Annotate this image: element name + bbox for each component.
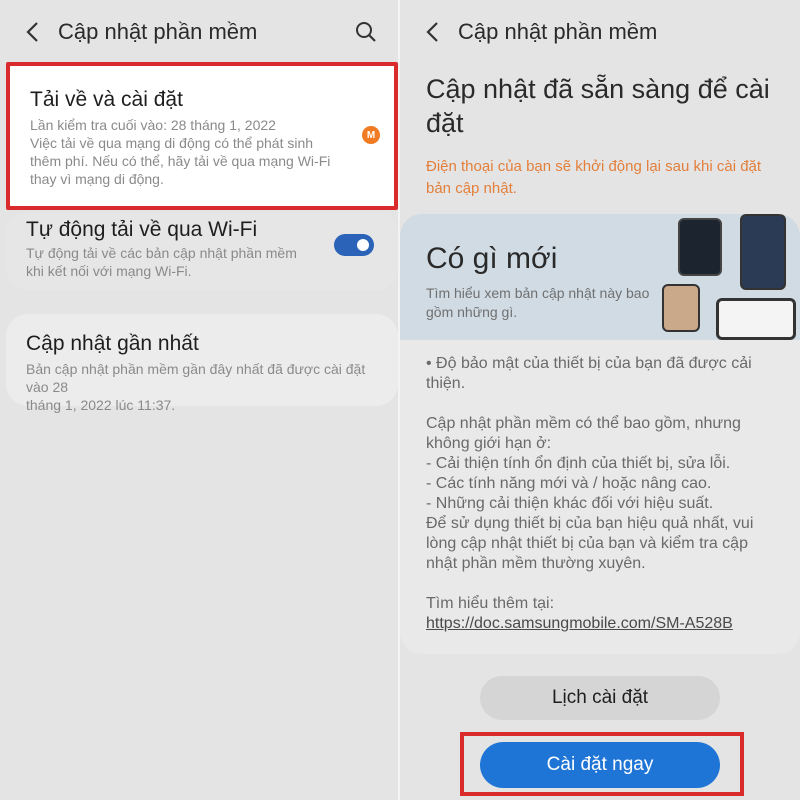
page-title: Cập nhật phần mềm <box>58 19 258 44</box>
learn-more-label: Tìm hiểu thêm tại: <box>426 595 555 612</box>
update-ready-heading: Cập nhật đã sẵn sàng để cài đặt <box>426 74 770 138</box>
page-title: Cập nhật phần mềm <box>458 19 658 44</box>
restart-warning: Điện thoại của bạn sẽ khởi động lại sau … <box>426 158 762 197</box>
whats-new-banner: Có gì mới Tìm hiểu xem bản cập nhật này … <box>400 214 800 340</box>
download-install-title: Tải về và cài đặt <box>30 88 183 111</box>
back-arrow-icon[interactable] <box>422 20 444 44</box>
toggle-knob <box>355 237 371 253</box>
auto-download-wifi-card[interactable]: Tự động tải về qua Wi-Fi Tự động tải về … <box>6 212 398 290</box>
whats-new-card: Có gì mới Tìm hiểu xem bản cập nhật này … <box>400 214 800 654</box>
update-details: Cập nhật phần mềm có thể bao gồm, nhưng … <box>426 415 754 572</box>
last-update-card[interactable]: Cập nhật gần nhất Bản cập nhật phần mềm … <box>6 314 398 413</box>
security-note: • Độ bảo mật của thiết bị của bạn đã đượ… <box>426 355 752 392</box>
auto-download-toggle[interactable] <box>334 234 374 256</box>
back-arrow-icon[interactable] <box>22 20 44 44</box>
schedule-install-button[interactable]: Lịch cài đặt <box>480 676 720 720</box>
new-badge: M <box>362 126 380 144</box>
learn-more-link[interactable]: https://doc.samsungmobile.com/SM-A528B <box>426 614 776 634</box>
whats-new-title: Có gì mới <box>426 242 558 275</box>
download-install-description: Lần kiểm tra cuối vào: 28 tháng 1, 2022 … <box>30 117 331 187</box>
update-ready-panel: Cập nhật phần mềm Cập nhật đã sẵn sàng đ… <box>400 0 800 800</box>
auto-download-title: Tự động tải về qua Wi-Fi <box>26 218 258 241</box>
phone-illustration <box>740 214 786 290</box>
whats-new-body: • Độ bảo mật của thiết bị của bạn đã đượ… <box>426 354 776 634</box>
last-update-description: Bản cập nhật phần mềm gần đây nhất đã đư… <box>26 361 366 413</box>
settings-panel: Cập nhật phần mềm Tải về và cài đặt Lần … <box>0 0 400 800</box>
tablet-illustration <box>716 298 796 340</box>
search-icon[interactable] <box>354 20 378 44</box>
whats-new-subtitle: Tìm hiểu xem bản cập nhật này bao gồm nh… <box>426 285 650 320</box>
download-and-install-card[interactable]: Tải về và cài đặt Lần kiểm tra cuối vào:… <box>6 62 398 210</box>
phone-illustration <box>662 284 700 332</box>
install-now-button[interactable]: Cài đặt ngay <box>480 742 720 788</box>
last-update-title: Cập nhật gần nhất <box>26 332 199 355</box>
phone-illustration <box>678 218 722 276</box>
right-header: Cập nhật phần mềm <box>400 0 800 64</box>
left-header: Cập nhật phần mềm <box>0 0 400 64</box>
auto-download-description: Tự động tải về các bản cập nhật phần mềm… <box>26 245 297 279</box>
